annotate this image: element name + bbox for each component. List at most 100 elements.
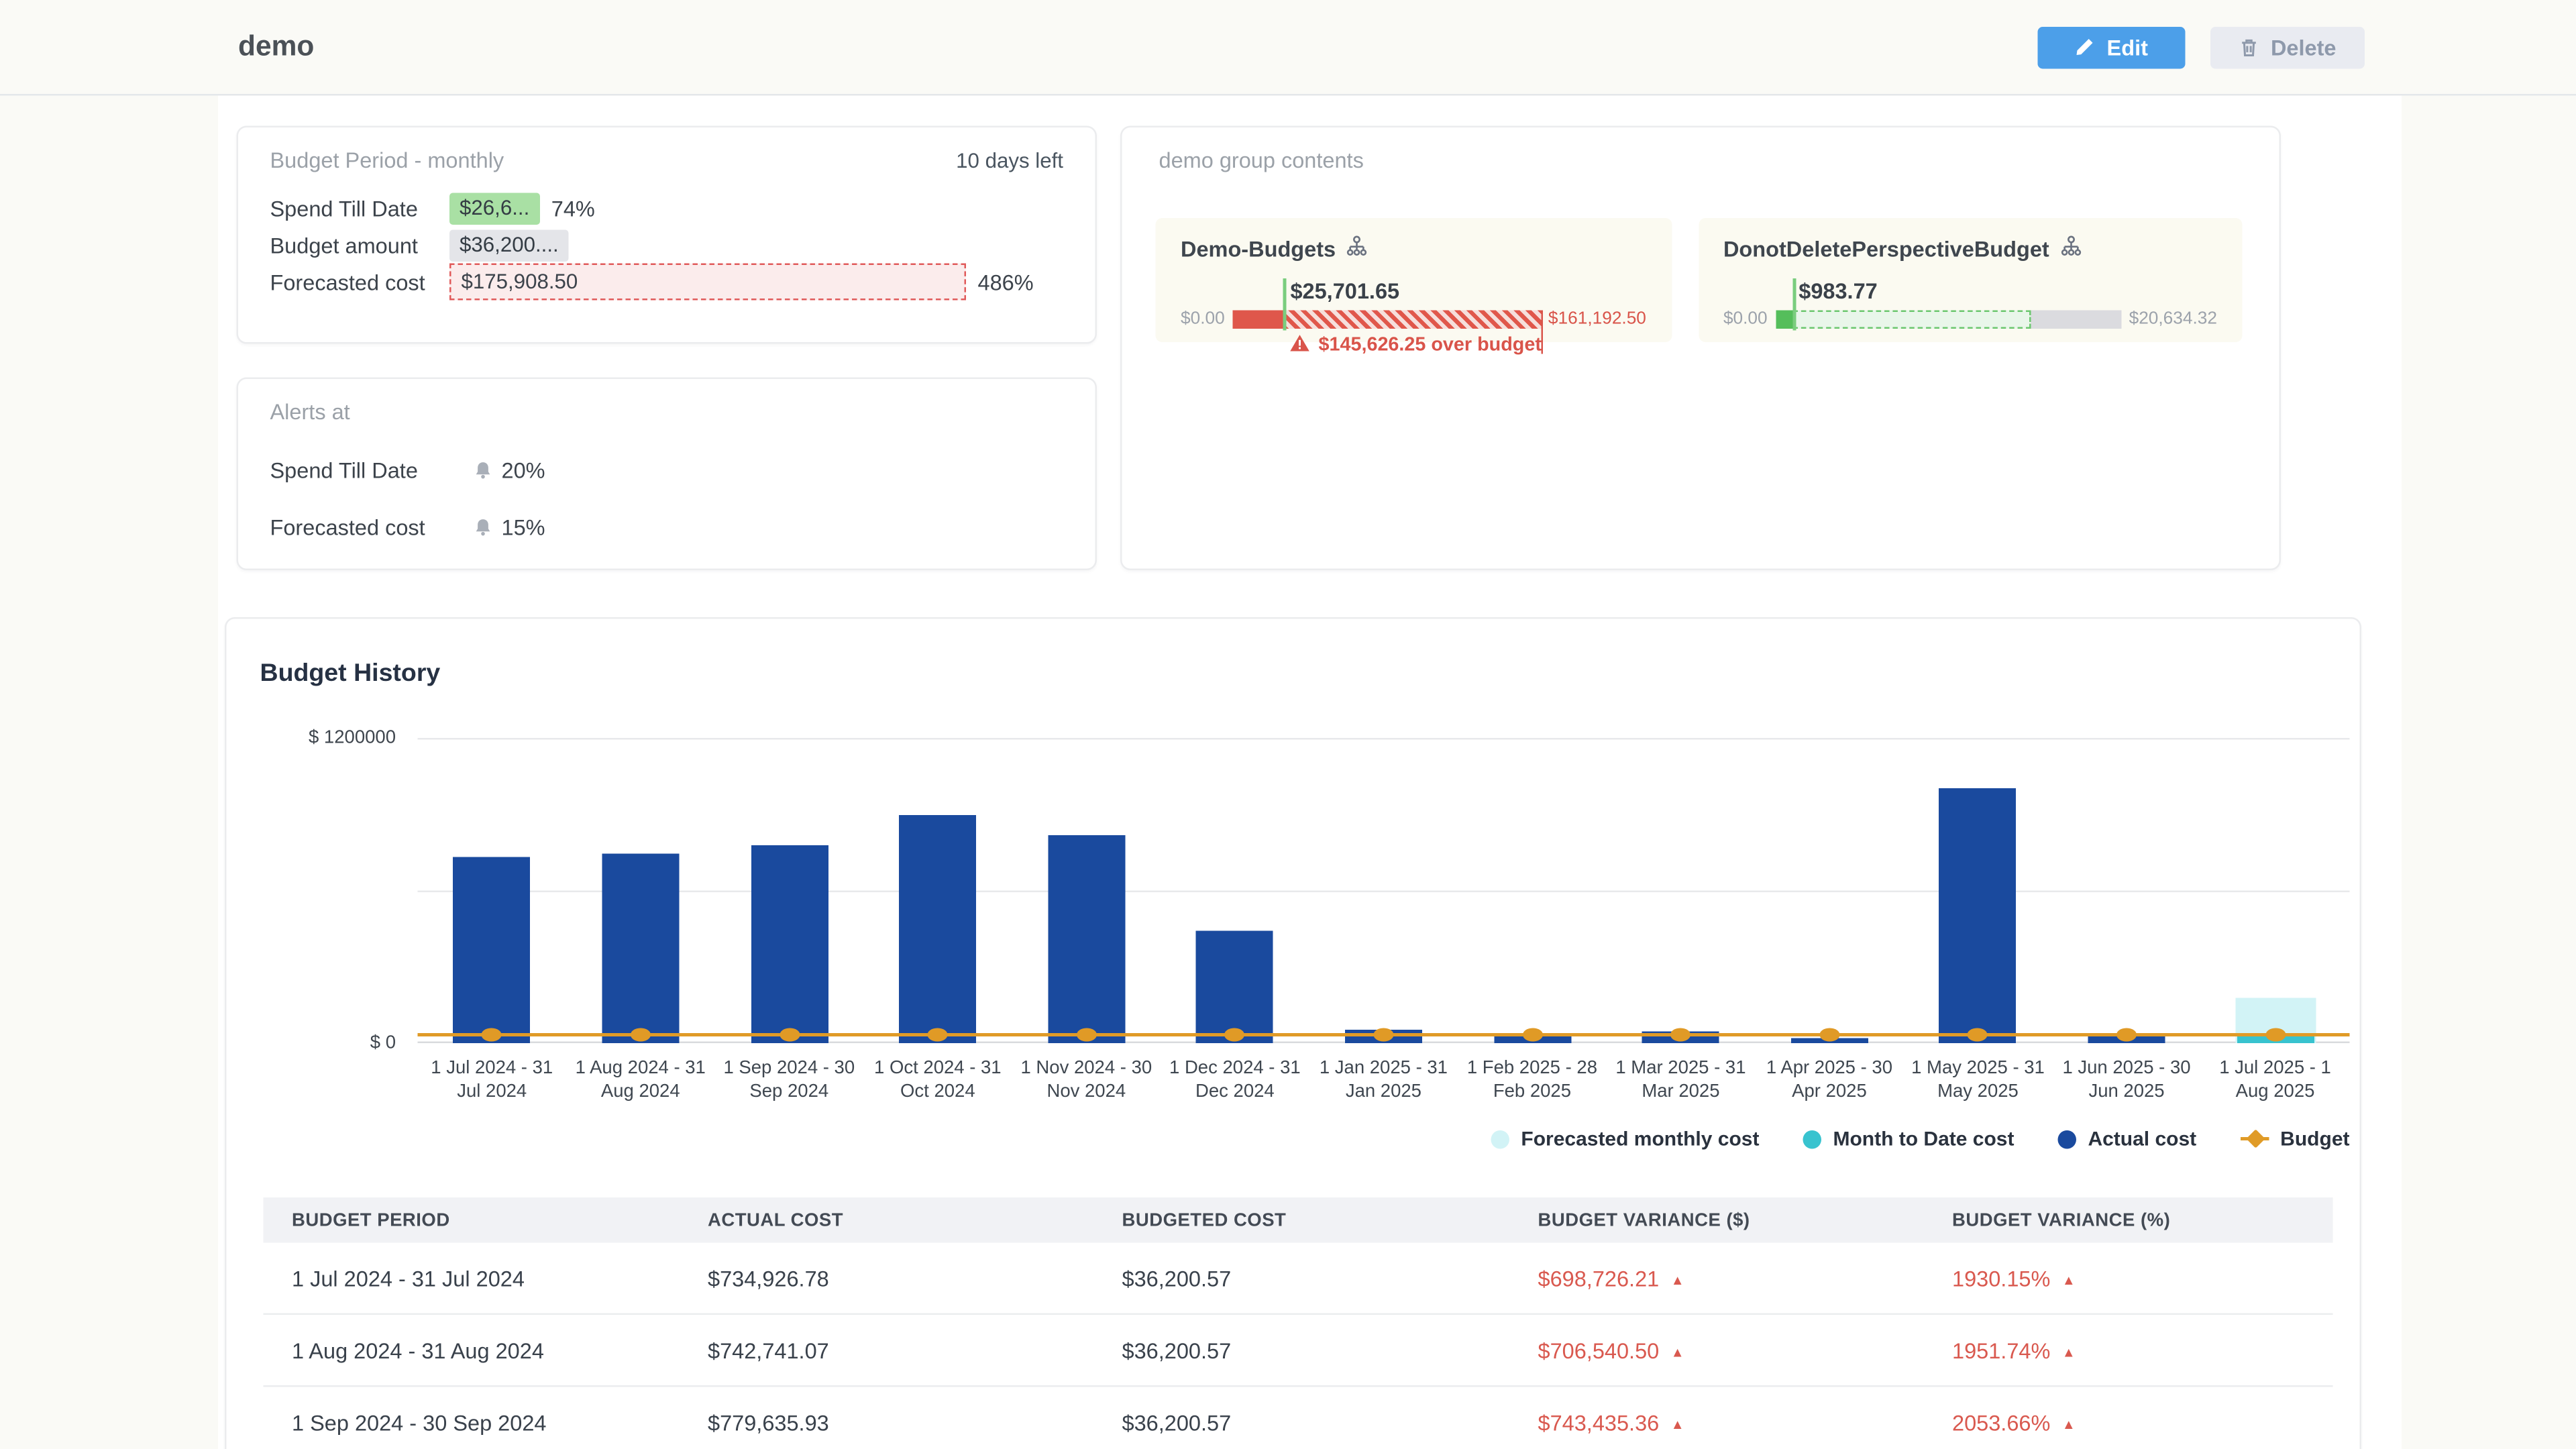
spend-till-date-label: Spend Till Date — [270, 195, 450, 221]
bar-segment-rest-gray — [2031, 309, 2123, 328]
budget-period-card: Budget Period - monthly 10 days left Spe… — [237, 126, 1097, 344]
top-bar: demo Edit Delete — [0, 0, 2576, 96]
forecasted-cost-percent: 486% — [978, 269, 1034, 294]
bar-segment-solid-green — [1775, 309, 1792, 328]
table-cell: 1930.15%▲ — [1924, 1265, 2333, 1291]
hierarchy-icon — [1346, 235, 1369, 264]
group-budget-amount: $25,701.65 — [1290, 278, 1399, 303]
alert-spend-label: Spend Till Date — [270, 457, 474, 482]
top-actions: Edit Delete — [2038, 26, 2365, 68]
table-cell: 2053.66%▲ — [1924, 1409, 2333, 1435]
budget-history-title: Budget History — [260, 659, 2326, 688]
alerts-card: Alerts at Spend Till Date 20% — [237, 378, 1097, 571]
y-axis-bottom-label: $ 0 — [370, 1033, 396, 1053]
bar-actual — [1939, 789, 2017, 1043]
warning-icon — [1290, 333, 1310, 356]
main-area: Budget Period - monthly 10 days left Spe… — [0, 96, 2576, 1449]
x-axis-label: 1 Jan 2025 - 31Jan 2025 — [1309, 1057, 1458, 1104]
bar-min-label: $0.00 — [1723, 309, 1769, 329]
group-budget-name: Demo-Budgets — [1181, 235, 1646, 264]
days-left-label: 10 days left — [956, 148, 1063, 172]
x-axis-labels: 1 Jul 2024 - 31Jul 20241 Aug 2024 - 31Au… — [418, 1057, 2350, 1104]
over-budget-warning: $145,626.25 over budget — [1290, 333, 1542, 356]
bar-segment-solid-red — [1233, 309, 1284, 328]
variance-up-icon: ▲ — [1671, 1344, 1684, 1360]
variance-up-icon: ▲ — [2062, 1344, 2076, 1360]
group-budget-cards: Demo-Budgets $0.00 $25,701.65$145,626.25 o… — [1156, 218, 2243, 342]
forecasted-cost-label: Forecasted cost — [270, 269, 450, 294]
group-budget-bar: $983.77 — [1775, 309, 2122, 328]
budget-marker-line — [1792, 278, 1795, 330]
spend-till-date-percent: 74% — [551, 195, 595, 221]
bar-actual — [1196, 931, 1273, 1043]
forecasted-cost-row: Forecasted cost $175,908.50 486% — [270, 264, 1064, 301]
pencil-icon — [2075, 37, 2095, 57]
variance-up-icon: ▲ — [1671, 1416, 1684, 1432]
table-row: 1 Aug 2024 - 31 Aug 2024$742,741.07$36,2… — [264, 1315, 2333, 1387]
x-axis-label: 1 Jul 2024 - 31Jul 2024 — [418, 1057, 567, 1104]
trash-icon — [2239, 36, 2259, 58]
budget-period-title: Budget Period - monthly — [270, 148, 504, 173]
table-cell: $742,741.07 — [680, 1338, 1094, 1363]
bell-icon — [473, 459, 493, 481]
legend-dot — [1803, 1130, 1821, 1148]
budget-line-point — [1522, 1027, 1542, 1040]
app-viewport: demo Edit Delete — [0, 0, 2576, 1449]
legend-item-forecasted-monthly-cost[interactable]: Forecasted monthly cost — [1491, 1127, 1759, 1150]
table-cell: 1 Sep 2024 - 30 Sep 2024 — [264, 1409, 680, 1435]
group-budget-card[interactable]: DonotDeletePerspectiveBudget$0.00$983.77… — [1698, 218, 2242, 342]
variance-up-icon: ▲ — [2062, 1416, 2076, 1432]
bar-actual — [751, 845, 828, 1043]
bar-segment-forecast-green — [1792, 309, 2030, 328]
alert-row-forecast: Forecasted cost 15% — [270, 498, 1064, 555]
bar-actual — [602, 855, 679, 1043]
group-contents-panel: demo group contents Demo-Budgets $0.00 $25… — [1120, 126, 2281, 571]
x-axis-label: 1 Jul 2025 - 1Aug 2025 — [2201, 1057, 2350, 1104]
legend-label: Actual cost — [2088, 1127, 2196, 1150]
budget-history-panel: Budget History $ 1200000 $ 0 1 Jul 2024 … — [225, 617, 2361, 1449]
x-axis-label: 1 Dec 2024 - 31Dec 2024 — [1161, 1057, 1309, 1104]
group-budget-card[interactable]: Demo-Budgets $0.00 $25,701.65$145,626.25 o… — [1156, 218, 1672, 342]
table-cell: $743,435.36▲ — [1509, 1409, 1924, 1435]
legend-item-month-to-date-cost[interactable]: Month to Date cost — [1803, 1127, 2014, 1150]
variance-up-icon: ▲ — [1671, 1272, 1684, 1287]
table-cell: 1 Aug 2024 - 31 Aug 2024 — [264, 1338, 680, 1363]
x-axis-label: 1 May 2025 - 31May 2025 — [1904, 1057, 2053, 1104]
x-axis-label: 1 Feb 2025 - 28Feb 2025 — [1458, 1057, 1607, 1104]
group-contents-title: demo group contents — [1159, 148, 2243, 173]
bar-actual — [1048, 835, 1125, 1043]
legend-item-actual-cost[interactable]: Actual cost — [2057, 1127, 2196, 1150]
table-header-row: BUDGET PERIODACTUAL COSTBUDGETED COSTBUD… — [264, 1197, 2333, 1243]
bar-segment-hatch-red — [1283, 309, 1541, 328]
alerts-title: Alerts at — [270, 399, 1064, 425]
legend-label: Forecasted monthly cost — [1521, 1127, 1759, 1150]
x-axis-label: 1 Jun 2025 - 30Jun 2025 — [2052, 1057, 2201, 1104]
group-budget-name-label: Demo-Budgets — [1181, 237, 1336, 262]
budget-amount-value: $36,200.... — [449, 229, 569, 261]
gridline-top — [418, 738, 2350, 740]
x-axis-label: 1 Sep 2024 - 30Sep 2024 — [715, 1057, 864, 1104]
bar-actual — [899, 816, 976, 1043]
bar-min-label: $0.00 — [1181, 309, 1226, 329]
bar-max-label: $20,634.32 — [2129, 309, 2217, 329]
delete-button-label: Delete — [2271, 34, 2337, 60]
budget-line-point — [631, 1027, 651, 1040]
legend-dot — [1491, 1130, 1509, 1148]
alert-row-spend: Spend Till Date 20% — [270, 441, 1064, 498]
budget-line-point — [1671, 1027, 1691, 1040]
table-row: 1 Jul 2024 - 31 Jul 2024$734,926.78$36,2… — [264, 1243, 2333, 1316]
edit-button[interactable]: Edit — [2038, 26, 2186, 68]
chart-legend: Forecasted monthly cost Month to Date cos… — [418, 1127, 2350, 1150]
budget-history-table: BUDGET PERIODACTUAL COSTBUDGETED COSTBUD… — [264, 1197, 2333, 1449]
group-budget-bar: $25,701.65$145,626.25 over budget — [1233, 309, 1542, 328]
group-budget-bar-row: $0.00$25,701.65$145,626.25 over budget$1… — [1181, 309, 1646, 329]
over-budget-end-line — [1542, 309, 1544, 353]
budget-line-point — [2116, 1027, 2137, 1040]
x-axis-label: 1 Apr 2025 - 30Apr 2025 — [1755, 1057, 1904, 1104]
legend-item-budget[interactable]: Budget — [2240, 1127, 2349, 1150]
delete-button[interactable]: Delete — [2210, 26, 2365, 68]
table-cell: $36,200.57 — [1093, 1409, 1509, 1435]
spend-till-date-row: Spend Till Date $26,6... 74% — [270, 190, 1064, 227]
x-axis-label: 1 Oct 2024 - 31Oct 2024 — [863, 1057, 1012, 1104]
table-cell: $36,200.57 — [1093, 1338, 1509, 1363]
